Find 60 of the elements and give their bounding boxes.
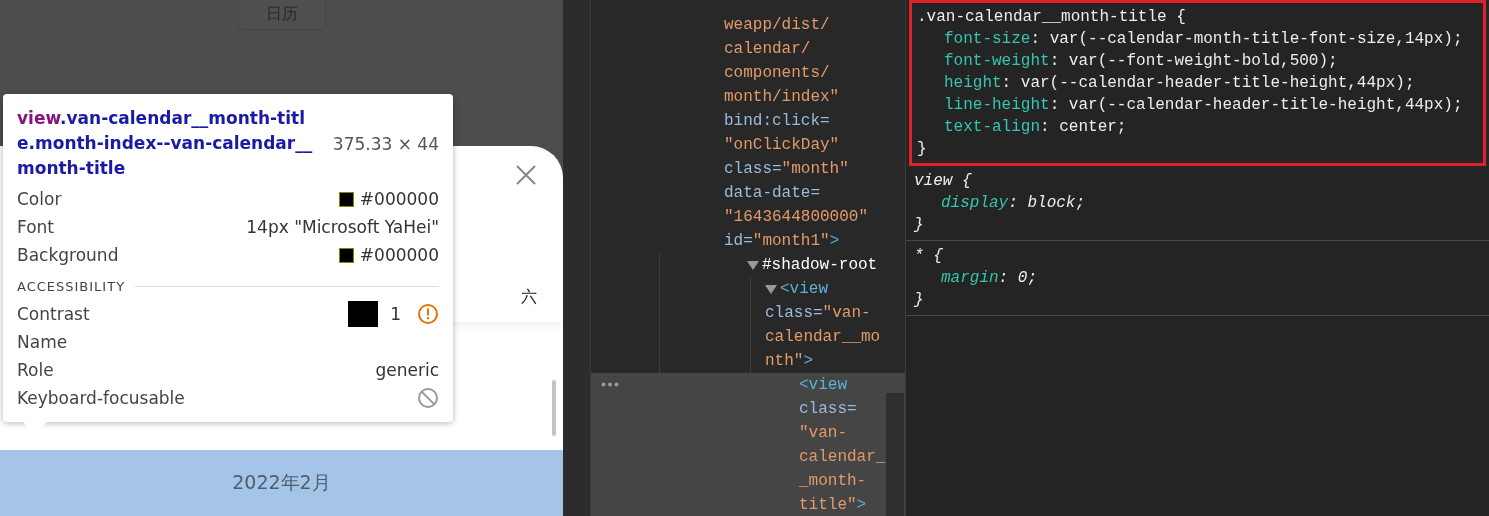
warning-icon bbox=[417, 303, 439, 325]
css-selector: .van-calendar__month-title { bbox=[917, 7, 1187, 28]
value-text: 14px "Microsoft YaHei" bbox=[246, 217, 439, 237]
close-icon[interactable] bbox=[515, 164, 537, 186]
css-declaration: text-align: center; bbox=[943, 117, 1128, 138]
scrollbar[interactable] bbox=[552, 380, 556, 436]
more-icon[interactable] bbox=[601, 382, 619, 387]
contrast-ratio: 1 bbox=[390, 304, 401, 324]
code-line: "van- bbox=[799, 423, 848, 444]
code-line: calendar_ bbox=[799, 447, 887, 468]
code-line: "onClickDay" bbox=[724, 135, 841, 156]
css-declaration: font-size: var(--calendar-month-title-font-size,14px); bbox=[943, 29, 1464, 50]
expand-triangle-icon[interactable] bbox=[765, 284, 777, 294]
code-line: class="van- bbox=[765, 303, 872, 324]
code-line: month/index" bbox=[724, 87, 841, 108]
code-line: bind:click= bbox=[724, 111, 831, 132]
scrollbar[interactable] bbox=[885, 392, 905, 516]
code-line: <view bbox=[765, 277, 905, 301]
code-line: weapp/dist/ bbox=[724, 15, 831, 36]
css-selector: * { bbox=[914, 246, 944, 267]
code-line: class= bbox=[799, 399, 858, 420]
value-text: #000000 bbox=[338, 189, 439, 209]
css-declaration: height: var(--calendar-header-title-height,44px); bbox=[943, 73, 1416, 94]
code-line: nth"> bbox=[765, 351, 814, 372]
section-heading: ACCESSIBILITY bbox=[17, 279, 126, 294]
code-line: "1643644800000" bbox=[724, 207, 870, 228]
code-line: #shadow-root bbox=[747, 253, 905, 277]
property-label: Font bbox=[17, 217, 54, 237]
property-label: Name bbox=[17, 332, 68, 352]
value-text: #000000 bbox=[338, 245, 439, 265]
property-label: Role bbox=[17, 360, 54, 380]
month-title: 2022年2月 bbox=[0, 450, 563, 516]
property-label: Color bbox=[17, 189, 62, 209]
css-brace: } bbox=[917, 139, 928, 160]
expand-triangle-icon[interactable] bbox=[747, 260, 759, 270]
css-declaration: display: block; bbox=[940, 193, 1087, 214]
css-brace: } bbox=[914, 215, 925, 236]
code-line: class="month" bbox=[724, 159, 850, 180]
value-text: generic bbox=[375, 360, 439, 380]
code-line: id="month1"> bbox=[724, 231, 841, 252]
css-brace: } bbox=[914, 290, 925, 311]
css-declaration: margin: 0; bbox=[940, 268, 1038, 289]
code-line: data-date= bbox=[724, 183, 821, 204]
selected-node-row[interactable]: <view class= "van- calendar_ _month- title"> bbox=[591, 373, 905, 516]
element-size: 375.33 × 44 bbox=[332, 133, 439, 154]
code-line: calendar__mo bbox=[765, 327, 882, 348]
code-line: _month- bbox=[799, 471, 868, 492]
code-line: <view bbox=[799, 375, 848, 396]
code-line: calendar/ bbox=[724, 39, 812, 60]
css-declaration: font-weight: var(--font-weight-bold,500); bbox=[943, 51, 1339, 72]
property-label: Background bbox=[17, 245, 119, 265]
css-declaration: line-height: var(--calendar-header-title-height,44px); bbox=[943, 95, 1464, 116]
not-allowed-icon bbox=[417, 387, 439, 409]
property-label: Keyboard-focusable bbox=[17, 388, 185, 408]
code-line: title"> bbox=[799, 495, 868, 516]
element-selector: view.van-calendar__month-title.month-index--van-calendar__month-title bbox=[17, 107, 314, 180]
code-line: components/ bbox=[724, 63, 831, 84]
css-selector: view { bbox=[914, 171, 973, 192]
property-label: Contrast bbox=[17, 304, 90, 324]
weekday-label: 六 bbox=[521, 287, 537, 308]
